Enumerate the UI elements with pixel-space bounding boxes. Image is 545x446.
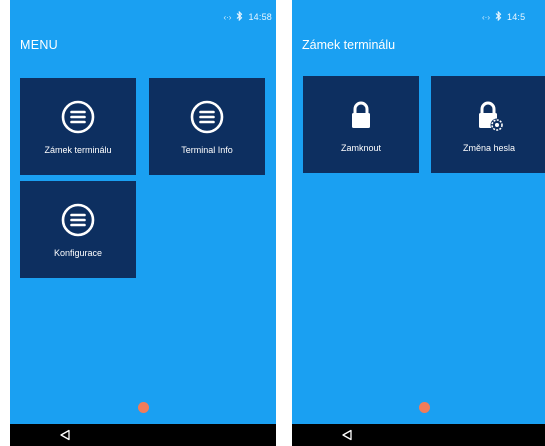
menu-circle-icon bbox=[61, 100, 95, 134]
lock-icon bbox=[344, 98, 378, 132]
status-bar: ‹·› 14:5 bbox=[292, 0, 545, 24]
terminal-lock-screen: ‹·› 14:5 Zámek terminálu Zamknout Změna … bbox=[292, 0, 545, 446]
menu-screen: ‹·› 14:58 MENU Zámek terminálu Terminal … bbox=[10, 0, 276, 446]
status-icons: ‹·› 14:5 bbox=[482, 10, 526, 23]
page-indicator-dot bbox=[419, 402, 430, 413]
bluetooth-icon bbox=[495, 10, 502, 23]
navigation-bar bbox=[292, 424, 545, 446]
tile-zmena-hesla[interactable]: Změna hesla bbox=[431, 76, 545, 173]
page-title: MENU bbox=[20, 38, 59, 52]
menu-circle-icon bbox=[190, 100, 224, 134]
back-button[interactable] bbox=[340, 428, 354, 442]
status-bar: ‹·› 14:58 bbox=[10, 0, 276, 24]
vibrate-icon: ‹·› bbox=[482, 12, 490, 22]
tile-label: Zamknout bbox=[340, 143, 382, 153]
back-triangle-icon bbox=[342, 429, 352, 441]
menu-circle-icon bbox=[61, 203, 95, 237]
vibrate-icon: ‹·› bbox=[223, 12, 232, 22]
status-time: 14:5 bbox=[507, 12, 526, 22]
back-triangle-icon bbox=[60, 429, 70, 441]
page-title: Zámek terminálu bbox=[302, 38, 396, 52]
page-indicator-dot bbox=[138, 402, 149, 413]
tile-label: Konfigurace bbox=[53, 248, 103, 258]
lock-settings-icon bbox=[472, 98, 506, 132]
tile-label: Terminal Info bbox=[181, 145, 233, 155]
status-icons: ‹·› 14:58 bbox=[223, 10, 272, 23]
back-button[interactable] bbox=[58, 428, 72, 442]
navigation-bar bbox=[10, 424, 276, 446]
tile-terminal-info[interactable]: Terminal Info bbox=[149, 78, 265, 175]
tile-zamek-terminalu[interactable]: Zámek terminálu bbox=[20, 78, 136, 175]
tile-label: Změna hesla bbox=[462, 143, 516, 153]
bluetooth-icon bbox=[236, 10, 243, 23]
tile-label: Zámek terminálu bbox=[44, 145, 112, 155]
status-time: 14:58 bbox=[248, 12, 272, 22]
tile-konfigurace[interactable]: Konfigurace bbox=[20, 181, 136, 278]
tile-zamknout[interactable]: Zamknout bbox=[303, 76, 419, 173]
